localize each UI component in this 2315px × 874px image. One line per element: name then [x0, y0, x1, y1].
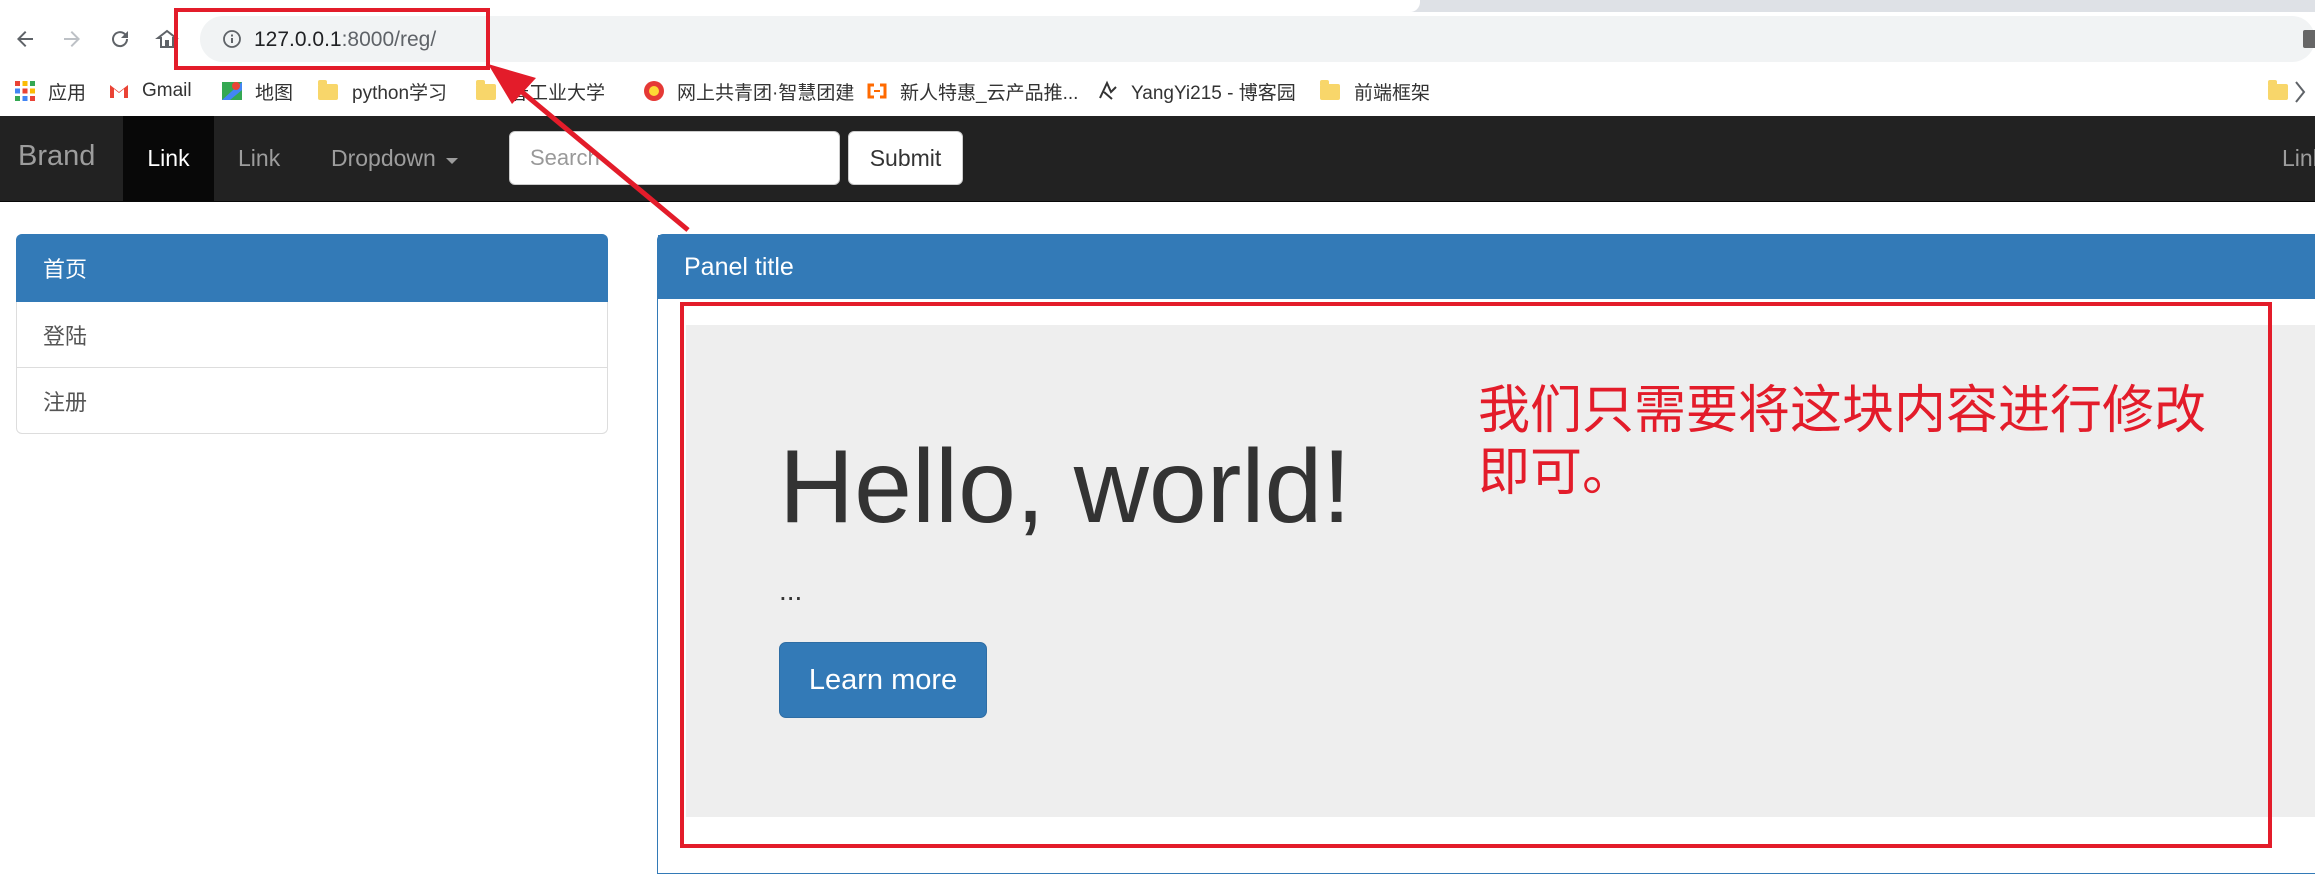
nav-dropdown-label: Dropdown [331, 145, 436, 171]
submit-button[interactable]: Submit [848, 131, 963, 185]
navbar-brand[interactable]: Brand [18, 140, 95, 173]
bookmark-python[interactable]: python学习 [318, 77, 447, 105]
bookmark-maps[interactable]: 地图 [221, 77, 293, 105]
bookmark-label: 地图 [255, 82, 294, 104]
bookmark-gmail[interactable]: Gmail [108, 77, 192, 105]
bookmark-league[interactable]: 网上共青团·智慧团建 [643, 77, 854, 105]
nav-link[interactable]: Link [238, 116, 280, 201]
aliyun-icon [866, 80, 888, 102]
bookmark-apps[interactable]: 应用 [14, 77, 86, 105]
folder-icon [2268, 80, 2290, 102]
nav-dropdown[interactable]: Dropdown [331, 116, 458, 201]
folder-icon [1320, 80, 1342, 102]
back-icon[interactable] [10, 24, 40, 54]
sidebar-item-register[interactable]: 注册 [16, 368, 608, 434]
extension-icon[interactable] [2303, 30, 2315, 48]
bookmark-aliyun[interactable]: 新人特惠_云产品推... [866, 77, 1078, 105]
bookmark-label: 春工业大学 [510, 82, 606, 104]
bookmark-cnblogs[interactable]: YangYi215 - 博客园 [1097, 77, 1296, 105]
bookmark-label: 网上共青团·智慧团建 [677, 82, 855, 104]
navbar: Brand Link Link Dropdown Submit Link [0, 116, 2315, 202]
bookmark-label: YangYi215 - 博客园 [1131, 82, 1296, 104]
folder-icon [476, 80, 498, 102]
bookmarks-bar: 应用 Gmail 地图 python学习 春工业大学 网上共青团·智慧团建 新人… [0, 66, 2315, 117]
bookmark-label: python学习 [352, 82, 448, 104]
bookmark-label: 应用 [48, 82, 87, 104]
more-bookmarks-icon[interactable] [2294, 78, 2308, 106]
search-input[interactable] [509, 131, 840, 185]
sidebar-item-login[interactable]: 登陆 [16, 302, 608, 368]
forward-icon[interactable] [57, 24, 87, 54]
bookmark-label: 前端框架 [1354, 82, 1431, 104]
cnblogs-icon [1097, 80, 1119, 102]
caret-down-icon [445, 157, 458, 164]
sidebar-item-home[interactable]: 首页 [16, 234, 608, 302]
reload-icon[interactable] [105, 24, 135, 54]
folder-icon [318, 80, 340, 102]
address-bar[interactable]: 127.0.0.1:8000/reg/ [200, 16, 2315, 62]
bookmark-label: Gmail [142, 80, 192, 101]
sidebar-list-group: 首页 登陆 注册 [16, 234, 608, 434]
gmail-icon [108, 80, 130, 102]
panel-title: Panel title [658, 235, 2315, 299]
nav-link-active[interactable]: Link [123, 116, 214, 201]
bookmark-label: 新人特惠_云产品推... [900, 82, 1079, 104]
bookmark-university[interactable]: 春工业大学 [476, 77, 605, 105]
league-badge-icon [643, 80, 665, 102]
maps-icon [221, 80, 243, 102]
apps-grid-icon [14, 80, 36, 102]
annotation-text: 我们只需要将这块内容进行修改即可。 [1478, 381, 2207, 504]
bookmark-frontend[interactable]: 前端框架 [1320, 77, 1430, 105]
nav-link-right[interactable]: Link [2282, 116, 2315, 201]
annotation-url-highlight [174, 8, 490, 70]
